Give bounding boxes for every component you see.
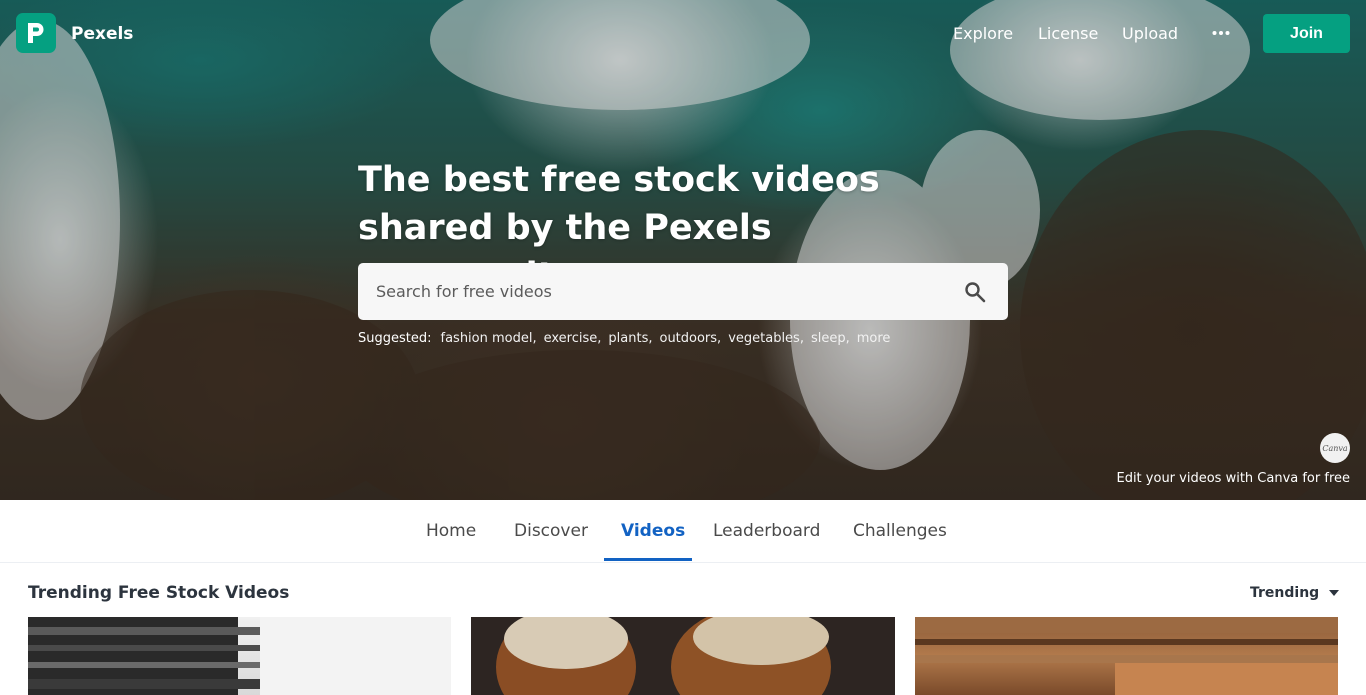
- suggested-outdoors[interactable]: outdoors,: [659, 331, 721, 346]
- pexels-logo-icon: [28, 23, 44, 43]
- canva-edit-link[interactable]: Edit your videos with Canva for free: [1116, 471, 1350, 486]
- suggested-searches: Suggested: fashion model, exercise, plan…: [358, 331, 890, 346]
- video-thumbnail[interactable]: [28, 617, 451, 695]
- ellipsis-icon: [1212, 31, 1230, 35]
- tab-discover[interactable]: Discover: [514, 521, 588, 541]
- more-menu-button[interactable]: [1210, 22, 1232, 44]
- video-thumbnail[interactable]: [471, 617, 895, 695]
- tab-challenges[interactable]: Challenges: [853, 521, 947, 541]
- section-title: Trending Free Stock Videos: [28, 583, 290, 603]
- suggested-plants[interactable]: plants,: [608, 331, 652, 346]
- sort-dropdown[interactable]: Trending: [1250, 585, 1340, 601]
- thumbnail-image: [496, 617, 831, 695]
- suggested-more[interactable]: more: [857, 331, 891, 346]
- suggested-sleep[interactable]: sleep,: [811, 331, 850, 346]
- chevron-down-icon: [1329, 590, 1340, 596]
- join-button[interactable]: Join: [1263, 14, 1350, 53]
- search-bar: [358, 263, 1008, 320]
- suggested-fashion-model[interactable]: fashion model,: [441, 331, 537, 346]
- suggested-exercise[interactable]: exercise,: [544, 331, 602, 346]
- nav-explore-link[interactable]: Explore: [953, 24, 1013, 43]
- video-thumbnail[interactable]: [915, 617, 1338, 695]
- tab-leaderboard[interactable]: Leaderboard: [713, 521, 820, 541]
- suggested-label: Suggested:: [358, 331, 432, 346]
- nav-upload-link[interactable]: Upload: [1122, 24, 1178, 43]
- sort-label: Trending: [1250, 585, 1320, 601]
- suggested-vegetables[interactable]: vegetables,: [728, 331, 804, 346]
- thumbnail-image: [915, 617, 1338, 695]
- thumbnail-image: [28, 617, 451, 695]
- pexels-logo[interactable]: [16, 13, 56, 53]
- canva-logo[interactable]: Canva: [1320, 433, 1350, 463]
- search-icon[interactable]: [960, 277, 990, 307]
- search-input[interactable]: [358, 263, 958, 320]
- tab-videos[interactable]: Videos: [621, 521, 685, 541]
- brand-name[interactable]: Pexels: [71, 24, 133, 44]
- top-navbar: Pexels Explore License Upload Join: [0, 0, 1366, 68]
- active-tab-indicator: [604, 558, 692, 561]
- tab-home[interactable]: Home: [426, 521, 476, 541]
- nav-license-link[interactable]: License: [1038, 24, 1098, 43]
